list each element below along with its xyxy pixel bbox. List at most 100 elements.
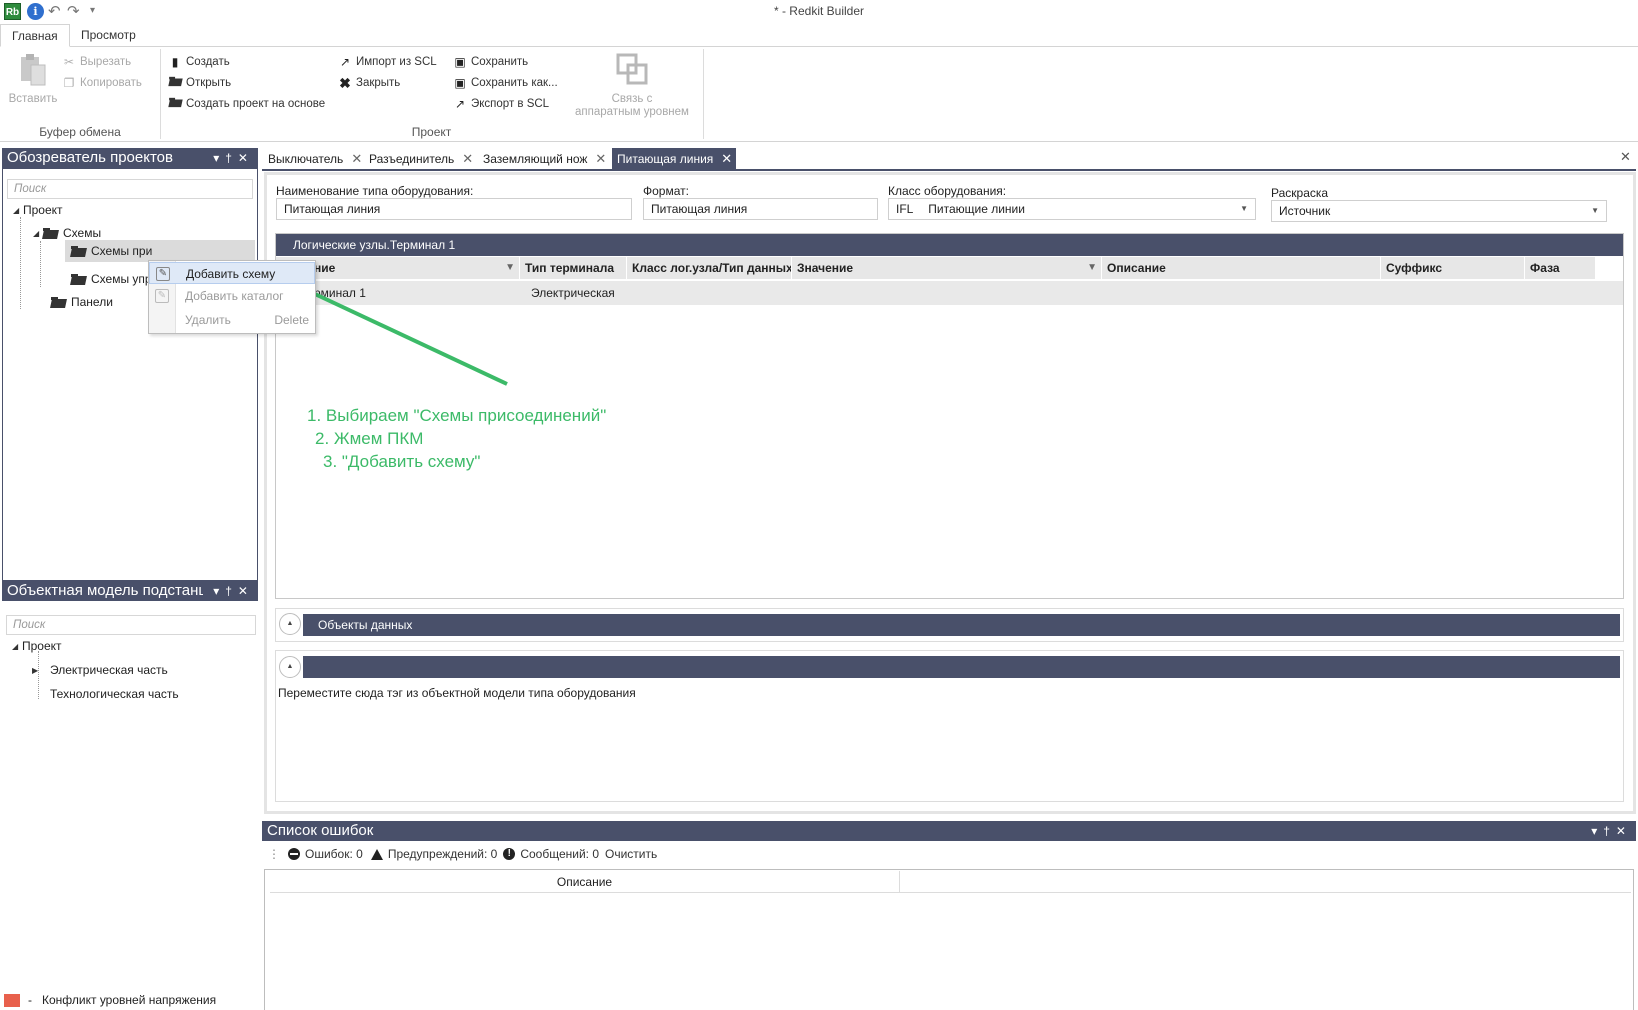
close-project-label: Закрыть	[356, 77, 401, 89]
collapse-icon[interactable]: ▲	[279, 656, 301, 678]
hardware-link-label-2: аппаратным уровнем	[575, 106, 689, 118]
hardware-link-label-1: Связь с	[611, 93, 653, 105]
close-tab-icon[interactable]: ✕	[462, 151, 473, 166]
import-scl-button[interactable]: ↗ Импорт из SCL	[338, 55, 437, 69]
tag-drop-header	[303, 656, 1620, 678]
message-icon: !	[503, 848, 516, 860]
clear-button[interactable]: Очистить	[605, 847, 657, 861]
expand-triangle-icon[interactable]: ◢	[12, 642, 22, 651]
save-as-label: Сохранить как...	[471, 77, 558, 89]
paste-icon	[17, 53, 49, 87]
errors-count[interactable]: Ошибок: 0	[305, 847, 363, 861]
collapsed-triangle-icon[interactable]: ▶	[32, 666, 42, 675]
toolbar-grip-icon: ⋮	[268, 847, 280, 861]
column-value[interactable]: Значение ▼	[792, 257, 1102, 279]
panel-controls[interactable]: ▾†✕	[213, 148, 254, 168]
expand-triangle-icon[interactable]: ◢	[13, 206, 23, 215]
column-terminal-type[interactable]: Тип терминала	[520, 257, 627, 279]
copy-icon: ❐	[63, 76, 75, 90]
tree-node-panels[interactable]: Панели	[51, 295, 113, 309]
type-name-input[interactable]: Питающая линия	[276, 198, 632, 220]
export-icon: ↗	[454, 97, 466, 111]
folder-icon	[51, 296, 66, 308]
column-node-class[interactable]: Класс лог.узла/Тип данных	[627, 257, 792, 279]
filter-icon[interactable]: ▼	[1087, 257, 1097, 279]
column-description[interactable]: Описание	[270, 871, 900, 893]
type-name-label: Наименование типа оборудования:	[276, 184, 474, 198]
format-input[interactable]: Питающая линия	[643, 198, 878, 220]
object-model-search-input[interactable]: Поиск	[6, 615, 256, 635]
close-project-button[interactable]: ✖ Закрыть	[338, 76, 400, 90]
messages-count[interactable]: Сообщений: 0	[520, 847, 599, 861]
folder-icon	[43, 227, 58, 239]
object-model-title: Объектная модель подстанции	[7, 582, 203, 599]
menu-item-add-catalog[interactable]: ✎ Добавить каталог	[149, 285, 315, 307]
title-bar: Rb i ↶ ↷ ▾ * - Redkit Builder	[0, 0, 1638, 24]
cut-label: Вырезать	[80, 56, 132, 68]
tree-node-project[interactable]: ◢ Проект	[13, 203, 63, 217]
scissors-icon: ✂	[63, 55, 75, 69]
class-select[interactable]: IFL Питающие линии ▼	[888, 198, 1256, 220]
cut-button[interactable]: ✂ Вырезать	[62, 55, 131, 69]
table-row[interactable]: рминал 1 Электрическая	[276, 281, 1623, 305]
tab-home[interactable]: Главная	[0, 24, 70, 47]
create-button[interactable]: ▮ Создать	[168, 55, 230, 69]
panel-controls[interactable]: ▾†✕	[1591, 821, 1632, 841]
paste-button[interactable]: Вставить	[4, 53, 62, 106]
tab-feeder-line[interactable]: Питающая линия ✕	[612, 148, 737, 169]
tree-node-project[interactable]: ◢ Проект	[12, 639, 62, 653]
error-icon	[288, 848, 300, 860]
chevron-down-icon[interactable]: ▼	[1591, 201, 1599, 221]
open-button[interactable]: Открыть	[168, 76, 231, 90]
copy-button[interactable]: ❐ Копировать	[62, 76, 142, 90]
object-model-panel: Поиск ◢ Проект ▶ Электрическая часть Тех…	[2, 601, 258, 1007]
import-icon: ↗	[339, 55, 351, 69]
logical-nodes-grid-header: ние ▼ Тип терминала Класс лог.узла/Тип да…	[276, 257, 1596, 279]
tab-disconnector[interactable]: Разъединитель ✕	[364, 148, 473, 169]
class-label: Класс оборудования:	[888, 184, 1007, 198]
column-suffix[interactable]: Суффикс	[1381, 257, 1525, 279]
tree-node-scheme-connections[interactable]: Схемы при	[65, 240, 255, 262]
export-scl-button[interactable]: ↗ Экспорт в SCL	[453, 97, 549, 111]
cell-name: рминал 1	[314, 286, 366, 300]
tree-node-electrical[interactable]: ▶ Электрическая часть	[32, 663, 168, 677]
tree-node-technological[interactable]: Технологическая часть	[50, 687, 179, 701]
save-button[interactable]: ▣ Сохранить	[453, 55, 528, 69]
error-list-header: Список ошибок ▾†✕	[262, 821, 1636, 841]
panel-controls[interactable]: ▾†✕	[213, 581, 254, 601]
edit-pencil-icon: ✎	[155, 289, 169, 303]
close-tab-icon[interactable]: ✕	[721, 151, 732, 166]
column-phase[interactable]: Фаза	[1525, 257, 1596, 279]
warnings-count[interactable]: Предупреждений: 0	[388, 847, 498, 861]
create-from-label: Создать проект на основе	[186, 98, 326, 110]
hardware-link-button[interactable]: Связь с аппаратным уровнем	[570, 53, 694, 119]
close-tab-icon[interactable]: ✕	[595, 151, 606, 166]
open-label: Открыть	[186, 77, 232, 89]
save-as-button[interactable]: ▣ Сохранить как...	[453, 76, 558, 90]
column-description[interactable]: Описание	[1102, 257, 1381, 279]
ribbon-body: Вставить ✂ Вырезать ❐ Копировать Буфер о…	[0, 46, 1638, 142]
project-explorer-panel: Поиск ◢ Проект ◢ Схемы Схемы при Схемы у…	[2, 168, 258, 581]
tab-view[interactable]: Просмотр	[70, 24, 147, 47]
coloring-label: Раскраска	[1271, 186, 1329, 200]
tab-grounding-switch[interactable]: Заземляющий нож ✕	[478, 148, 606, 169]
close-tab-icon[interactable]: ✕	[351, 151, 362, 166]
tab-breaker[interactable]: Выключатель ✕	[263, 148, 362, 169]
tree-node-scheme-control[interactable]: Схемы упр	[71, 272, 152, 286]
chevron-down-icon[interactable]: ▼	[1240, 199, 1248, 219]
window-title: * - Redkit Builder	[773, 4, 865, 18]
menu-item-delete[interactable]: Удалить Delete	[149, 309, 315, 331]
annotation-step-3: 3. "Добавить схему"	[323, 452, 481, 471]
filter-icon[interactable]: ▼	[505, 257, 515, 279]
tree-node-schemes[interactable]: ◢ Схемы	[33, 226, 101, 240]
collapse-icon[interactable]: ▲	[279, 613, 301, 635]
project-explorer-header: Обозреватель проектов ▾†✕	[2, 148, 258, 168]
legend-voltage-conflict: - Конфликт уровней напряжения	[4, 993, 216, 1007]
coloring-select[interactable]: Источник ▼	[1271, 200, 1607, 222]
new-file-icon: ▮	[171, 55, 179, 69]
folder-icon	[71, 273, 86, 285]
create-from-button[interactable]: Создать проект на основе	[168, 97, 325, 111]
project-search-input[interactable]: Поиск	[7, 179, 253, 199]
menu-item-add-scheme[interactable]: ✎ Добавить схему	[149, 262, 315, 284]
close-document-icon[interactable]: ✕	[1620, 149, 1631, 165]
